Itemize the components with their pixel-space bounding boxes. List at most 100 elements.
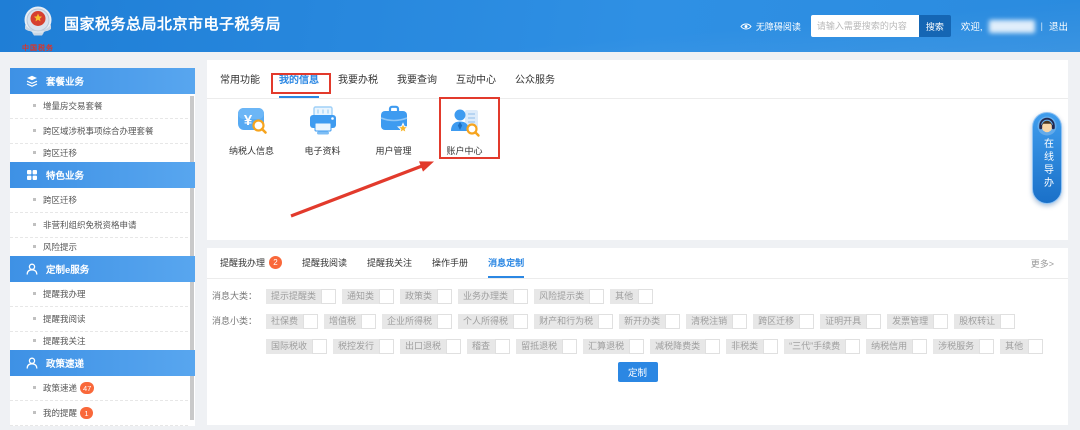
message-option-checkbox[interactable] <box>799 314 814 329</box>
message-option[interactable]: 涉税服务 <box>933 339 994 354</box>
search-input[interactable] <box>811 15 919 37</box>
message-option[interactable]: 社保费 <box>266 314 318 329</box>
sidebar-item[interactable]: 跨区域涉税事项综合办理套餐 <box>10 119 188 144</box>
sidebar-item[interactable]: 提醒我关注 <box>10 332 188 350</box>
sidebar-item[interactable]: 政策速递 47 <box>10 376 188 401</box>
message-option-checkbox[interactable] <box>513 314 528 329</box>
tab-message-customization[interactable]: 消息定制 <box>488 248 524 278</box>
message-option[interactable]: 政策类 <box>400 289 452 304</box>
sidebar-item[interactable]: 风险提示 <box>10 238 188 256</box>
message-option[interactable]: 其他 <box>1000 339 1043 354</box>
message-option-checkbox[interactable] <box>446 339 461 354</box>
message-option-checkbox[interactable] <box>933 314 948 329</box>
message-option-checkbox[interactable] <box>303 314 318 329</box>
message-option[interactable]: 发票管理 <box>887 314 948 329</box>
message-option[interactable]: 财产和行为税 <box>534 314 613 329</box>
message-option-checkbox[interactable] <box>705 339 720 354</box>
sidebar-item[interactable]: 提醒我阅读 <box>10 307 188 332</box>
message-option[interactable]: 增值税 <box>324 314 376 329</box>
message-option[interactable]: 新开办类 <box>619 314 680 329</box>
message-option-checkbox[interactable] <box>513 289 528 304</box>
sidebar-item[interactable]: 非营利组织免税资格申请 <box>10 213 188 238</box>
message-option[interactable]: 国际税收 <box>266 339 327 354</box>
message-option-checkbox[interactable] <box>495 339 510 354</box>
message-option[interactable]: 税控发行 <box>333 339 394 354</box>
message-option[interactable]: 稽查 <box>467 339 510 354</box>
message-option[interactable]: “三代”手续费 <box>784 339 860 354</box>
search-button[interactable]: 搜索 <box>919 15 951 37</box>
message-option-checkbox[interactable] <box>361 314 376 329</box>
sidebar-item[interactable]: 跨区迁移 <box>10 144 188 162</box>
tab-my-info[interactable]: 我的信息 <box>279 60 319 98</box>
message-option-checkbox[interactable] <box>321 289 336 304</box>
message-option-checkbox[interactable] <box>589 289 604 304</box>
sidebar-item[interactable]: 增量房交易套餐 <box>10 94 188 119</box>
message-option[interactable]: 减税降费类 <box>650 339 720 354</box>
sidebar-section-custom-eservice[interactable]: 定制e服务 <box>10 256 195 282</box>
tab-my-query[interactable]: 我要查询 <box>397 60 437 98</box>
message-option[interactable]: 企业所得税 <box>382 314 452 329</box>
message-option-checkbox[interactable] <box>912 339 927 354</box>
tab-public-services[interactable]: 公众服务 <box>515 60 555 98</box>
customize-button[interactable]: 定制 <box>618 362 658 382</box>
message-option[interactable]: 清税注销 <box>686 314 747 329</box>
message-option-checkbox[interactable] <box>638 289 653 304</box>
layers-icon <box>26 75 38 87</box>
message-option[interactable]: 其他 <box>610 289 653 304</box>
shortcut-electronic-data[interactable]: 电子资料 <box>287 104 358 157</box>
message-option[interactable]: 业务办理类 <box>458 289 528 304</box>
message-option[interactable]: 非税类 <box>726 339 778 354</box>
message-option-checkbox[interactable] <box>1000 314 1015 329</box>
message-option-checkbox[interactable] <box>312 339 327 354</box>
message-option-label: 非税类 <box>726 339 763 354</box>
message-option-checkbox[interactable] <box>763 339 778 354</box>
message-option-checkbox[interactable] <box>979 339 994 354</box>
message-option-checkbox[interactable] <box>732 314 747 329</box>
sidebar-section-featured-services[interactable]: 特色业务 <box>10 162 195 188</box>
panel-tab-label: 消息定制 <box>488 256 524 269</box>
tab-remind-handle[interactable]: 提醒我办理 2 <box>220 248 282 278</box>
message-option[interactable]: 出口退税 <box>400 339 461 354</box>
message-option-checkbox[interactable] <box>845 339 860 354</box>
message-option[interactable]: 提示提醒类 <box>266 289 336 304</box>
sidebar-section-policy-express[interactable]: 政策速递 <box>10 350 195 376</box>
message-option-checkbox[interactable] <box>629 339 644 354</box>
message-option[interactable]: 汇算退税 <box>583 339 644 354</box>
message-option-checkbox[interactable] <box>379 339 394 354</box>
section-title: 特色业务 <box>46 168 84 182</box>
tab-remind-read[interactable]: 提醒我阅读 <box>302 248 347 278</box>
tab-operation-manual[interactable]: 操作手册 <box>432 248 468 278</box>
sidebar-item[interactable]: 我的提醒 1 <box>10 401 188 426</box>
message-option-checkbox[interactable] <box>562 339 577 354</box>
message-option[interactable]: 通知类 <box>342 289 394 304</box>
tab-tax-handling[interactable]: 我要办税 <box>338 60 378 98</box>
message-option-checkbox[interactable] <box>379 289 394 304</box>
message-option[interactable]: 个人所得税 <box>458 314 528 329</box>
sidebar-item[interactable]: 提醒我办理 <box>10 282 188 307</box>
shortcut-taxpayer-info[interactable]: ¥ 纳税人信息 <box>216 104 287 157</box>
message-option-checkbox[interactable] <box>437 289 452 304</box>
message-option[interactable]: 跨区迁移 <box>753 314 814 329</box>
tab-remind-follow[interactable]: 提醒我关注 <box>367 248 412 278</box>
message-option[interactable]: 留抵退税 <box>516 339 577 354</box>
message-option-checkbox[interactable] <box>665 314 680 329</box>
sidebar-section-package-services[interactable]: 套餐业务 <box>10 68 195 94</box>
message-option[interactable]: 证明开具 <box>820 314 881 329</box>
more-link[interactable]: 更多> <box>1031 248 1054 278</box>
tab-common-functions[interactable]: 常用功能 <box>220 60 260 98</box>
online-guide-widget[interactable]: 在线导办 <box>1032 112 1062 204</box>
message-option[interactable]: 股权转让 <box>954 314 1015 329</box>
message-option-label: 国际税收 <box>266 339 312 354</box>
message-option-checkbox[interactable] <box>598 314 613 329</box>
message-option[interactable]: 纳税信用 <box>866 339 927 354</box>
accessibility-link[interactable]: 无障碍阅读 <box>740 20 801 33</box>
message-option-checkbox[interactable] <box>1028 339 1043 354</box>
shortcut-account-center[interactable]: 账户中心 <box>429 104 500 157</box>
tab-interaction-center[interactable]: 互动中心 <box>456 60 496 98</box>
message-option[interactable]: 风险提示类 <box>534 289 604 304</box>
shortcut-user-management[interactable]: 用户管理 <box>358 104 429 157</box>
message-option-checkbox[interactable] <box>437 314 452 329</box>
message-option-checkbox[interactable] <box>866 314 881 329</box>
sidebar-item[interactable]: 跨区迁移 <box>10 188 188 213</box>
logout-link[interactable]: 退出 <box>1049 19 1068 33</box>
